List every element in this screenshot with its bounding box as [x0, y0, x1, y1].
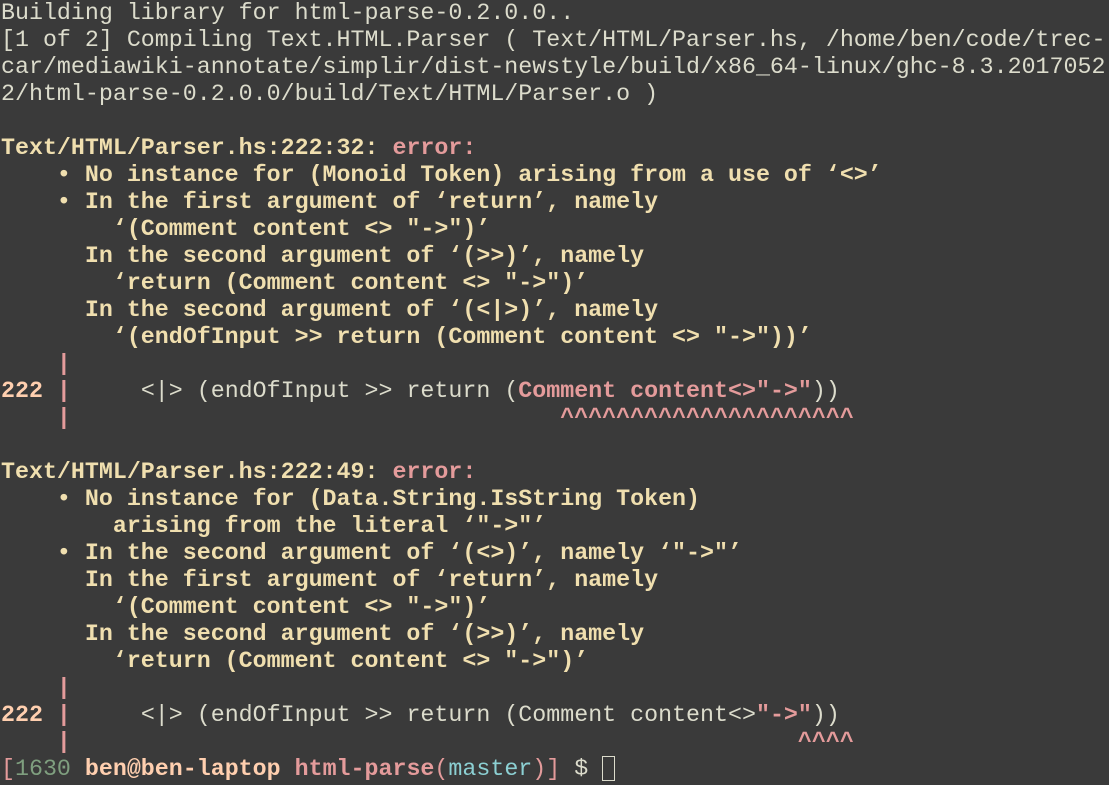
error-1-gutter-bottom: | — [1, 405, 71, 431]
error-2-message-line: arising from the literal ‘"->"’ — [1, 513, 547, 539]
text-cursor[interactable] — [602, 756, 616, 781]
error-2-message-line: • No instance for (Data.String.IsString … — [1, 486, 701, 512]
error-1-code-line: 222 | <|> (endOfInput >> return (Comment… — [1, 378, 840, 405]
error-1-message-line: In the second argument of ‘(>>)’, namely — [1, 243, 645, 269]
error-2-message-line: In the second argument of ‘(>>)’, namely — [1, 621, 645, 647]
shell-prompt[interactable]: [1630 ben@ben-laptop html-parse(master)]… — [1, 756, 616, 783]
error-1-line-number: 222 — [1, 378, 43, 404]
terminal-window[interactable]: Building library for html-parse-0.2.0.0.… — [0, 0, 1109, 785]
error-1-header: Text/HTML/Parser.hs:222:32: error: — [1, 135, 476, 162]
error-2-gutter-top: | — [1, 675, 71, 701]
error-1-gutter-bar: | — [42, 378, 71, 404]
error-2-gutter-bar: | — [42, 702, 71, 728]
build-line-3: car/mediawiki-annotate/simplir/dist-news… — [1, 54, 1106, 80]
error-2-message-line: ‘(Comment content <> "->")’ — [1, 594, 491, 620]
error-1-message-line: • No instance for (Monoid Token) arising… — [1, 162, 882, 188]
error-1-caret: ^^^^^^^^^^^^^^^^^^^^^ — [560, 405, 854, 431]
error-1-message-line: • In the first argument of ‘return’, nam… — [1, 189, 659, 215]
prompt-close-bracket: ] — [546, 756, 561, 782]
error-1-caret-pad — [71, 405, 560, 431]
error-2-line-number: 222 — [1, 702, 43, 728]
history-count: 1630 — [14, 756, 71, 782]
error-2-caret: ^^^^ — [797, 729, 854, 755]
error-1-code-prefix: <|> (endOfInput >> return ( — [70, 378, 519, 404]
branch-open-paren: ( — [434, 756, 449, 782]
error-1-code-suffix: )) — [811, 378, 840, 404]
error-1-message-line: ‘(endOfInput >> return (Comment content … — [1, 324, 812, 350]
build-line-2: [1 of 2] Compiling Text.HTML.Parser ( Te… — [1, 27, 1106, 53]
git-branch: master — [448, 756, 533, 782]
prompt-open-bracket: [ — [1, 756, 15, 782]
error-1-gutter-top: | — [1, 351, 71, 377]
error-2-label: error: — [392, 459, 477, 485]
error-2-code-line: 222 | <|> (endOfInput >> return (Comment… — [1, 702, 840, 729]
error-2-message-line: In the first argument of ‘return’, namel… — [1, 567, 659, 593]
error-2-gutter-bottom: | — [1, 729, 71, 755]
error-2-code-suffix: )) — [811, 702, 840, 728]
error-1-message-line: ‘return (Comment content <> "->")’ — [1, 270, 589, 296]
error-2-message-line: ‘return (Comment content <> "->")’ — [1, 648, 589, 674]
error-2-code-prefix: <|> (endOfInput >> return (Comment conte… — [70, 702, 756, 728]
error-1-label: error: — [392, 135, 477, 161]
user-host: ben@ben-laptop — [84, 756, 281, 782]
error-2-location: Text/HTML/Parser.hs:222:49: — [1, 459, 379, 485]
branch-close-paren: ) — [532, 756, 547, 782]
build-line-1: Building library for html-parse-0.2.0.0.… — [1, 0, 575, 26]
build-line-4: 2/html-parse-0.2.0.0/build/Text/HTML/Par… — [1, 81, 659, 107]
error-2-code-highlight: "->" — [755, 702, 812, 728]
error-2-caret-pad — [71, 729, 798, 755]
prompt-symbol: $ — [574, 756, 589, 782]
error-2-caret-line: | ^^^^ — [1, 729, 854, 756]
error-2-message-line: • In the second argument of ‘(<>)’, name… — [1, 540, 742, 566]
error-1-message-line: ‘(Comment content <> "->")’ — [1, 216, 491, 242]
current-directory: html-parse — [294, 756, 435, 782]
error-1-location: Text/HTML/Parser.hs:222:32: — [1, 135, 379, 161]
error-1-caret-line: | ^^^^^^^^^^^^^^^^^^^^^ — [1, 405, 854, 432]
error-1-code-highlight: Comment content<>"->" — [518, 378, 812, 404]
error-1-message-line: In the second argument of ‘(<|>)’, namel… — [1, 297, 659, 323]
error-2-header: Text/HTML/Parser.hs:222:49: error: — [1, 459, 476, 486]
